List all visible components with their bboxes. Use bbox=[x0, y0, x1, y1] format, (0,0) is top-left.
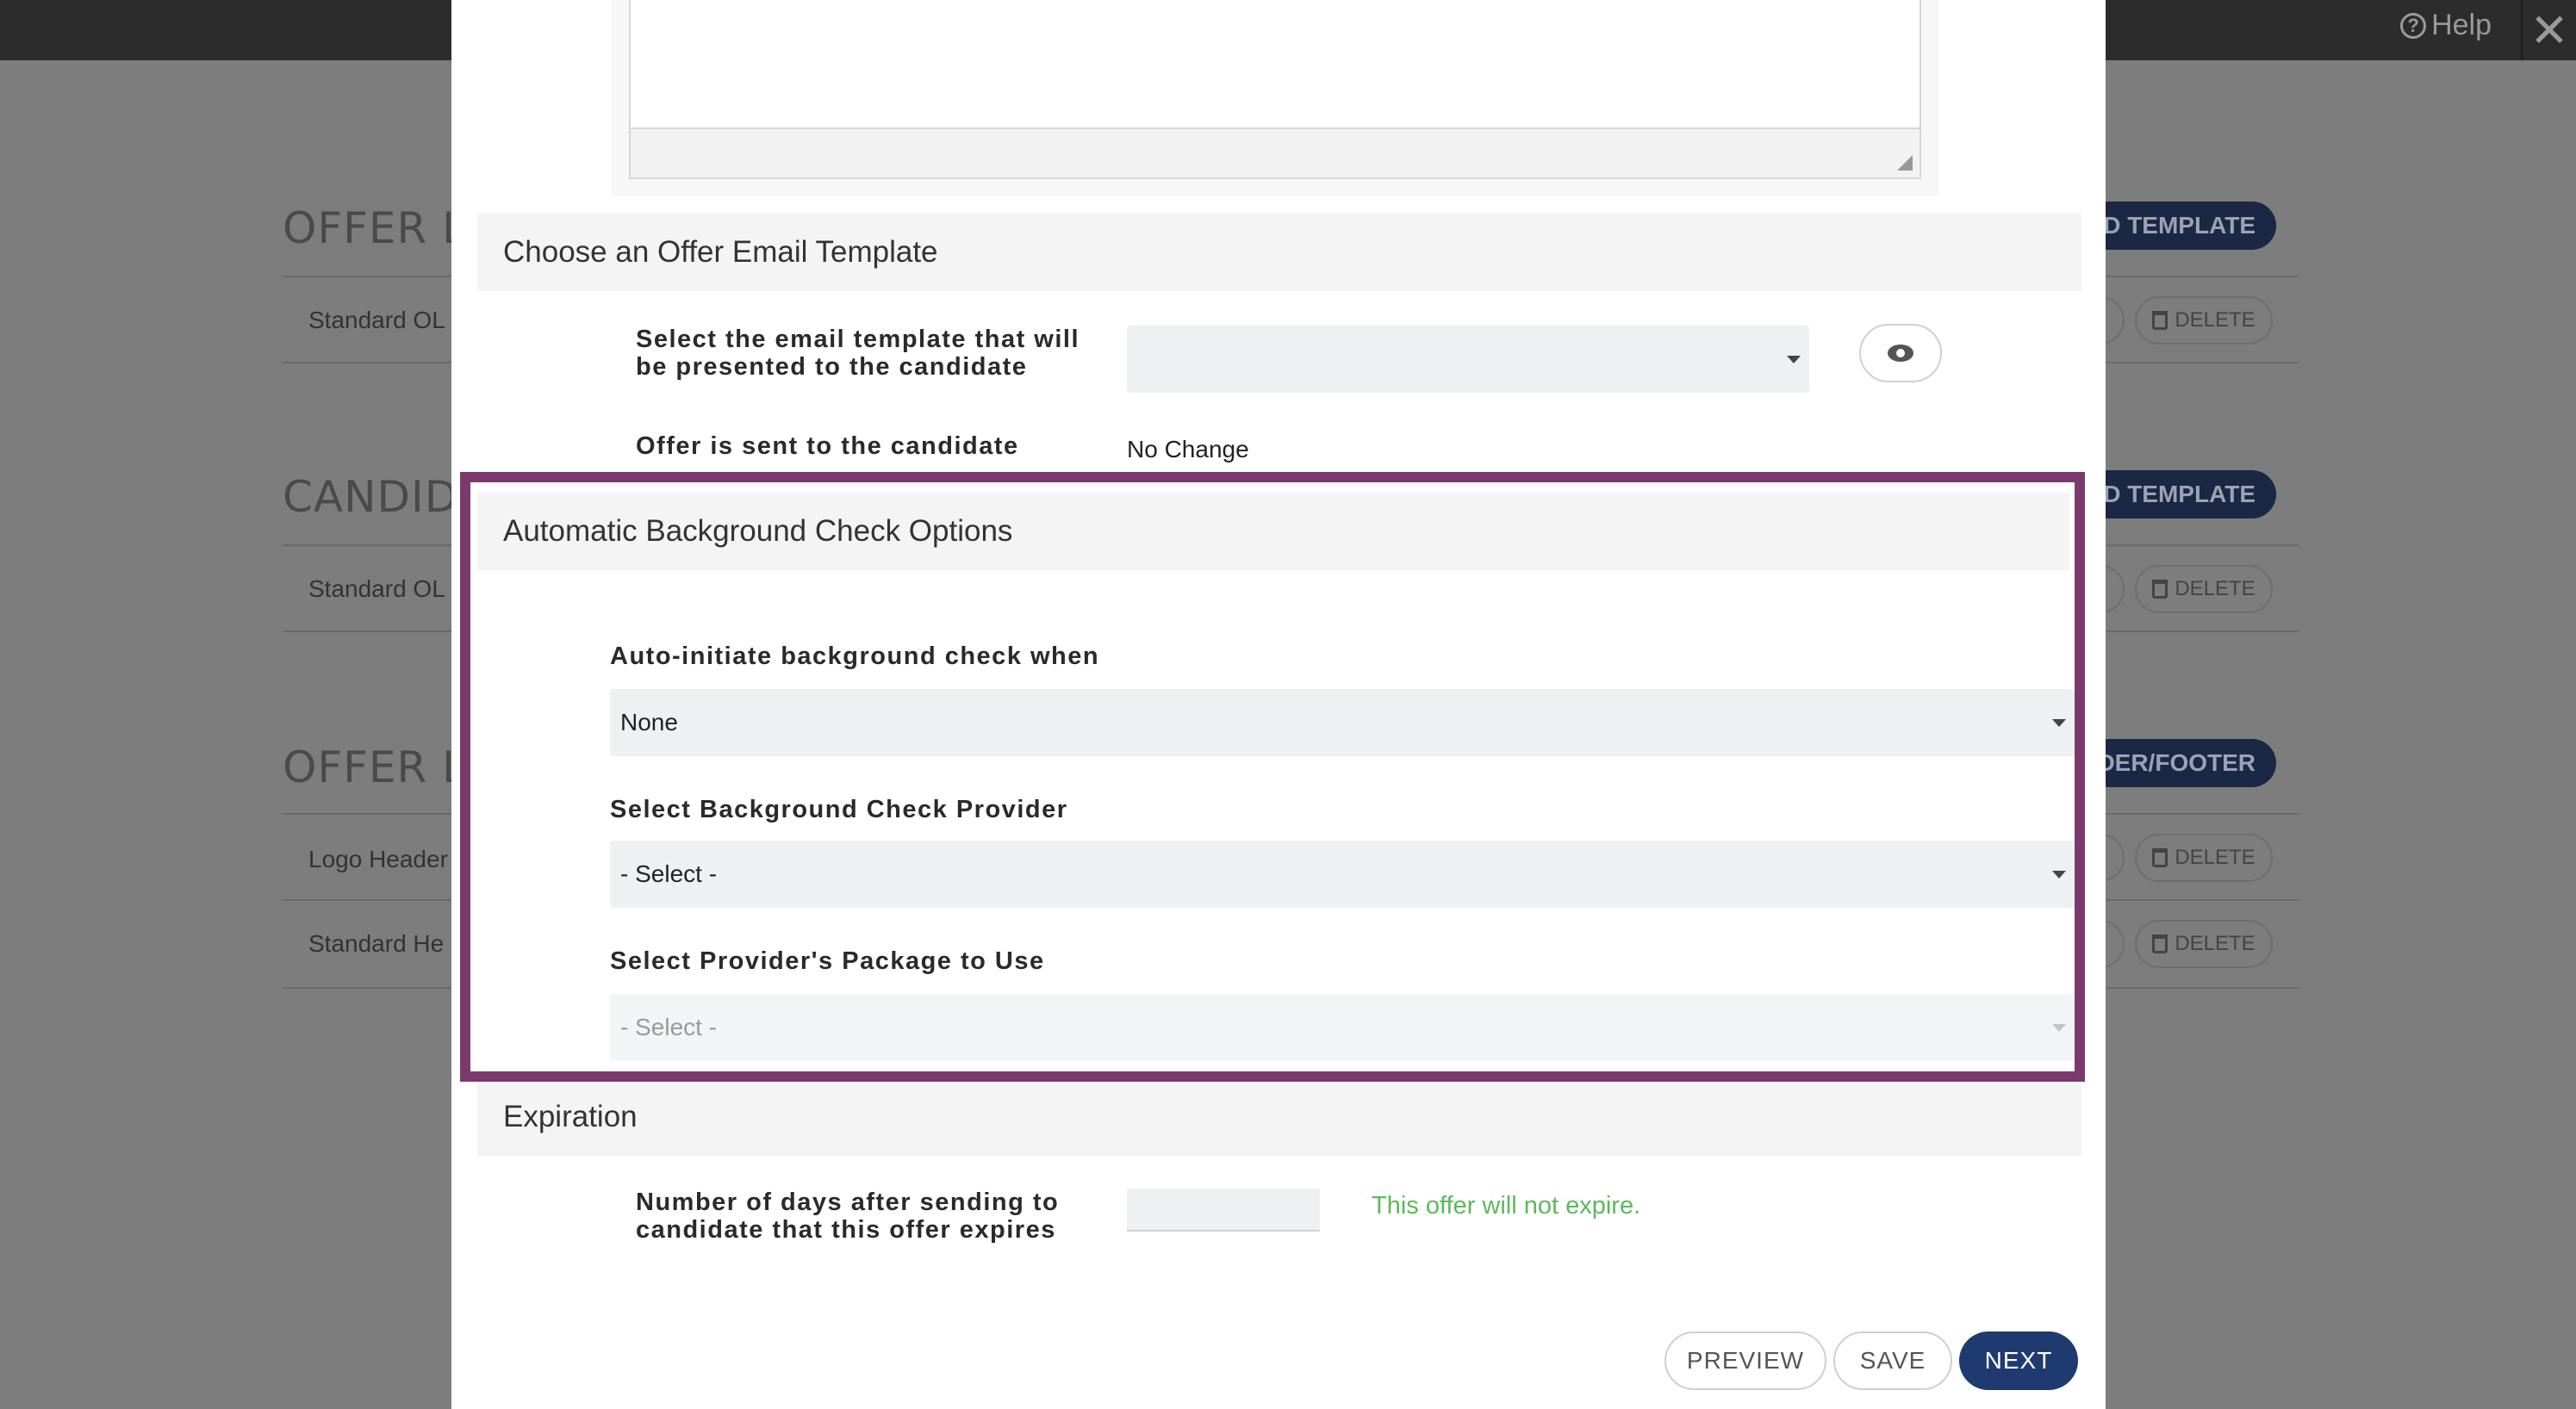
help-link[interactable]: ? Help bbox=[2400, 9, 2492, 42]
chevron-down-icon bbox=[2052, 719, 2066, 727]
bg-add-header-footer-button[interactable]: ADER/FOOTER bbox=[2080, 739, 2276, 787]
delete-label: DELETE bbox=[2175, 308, 2256, 332]
expiration-days-label: Number of days after sending to candidat… bbox=[636, 1189, 1060, 1244]
text-editor-area[interactable] bbox=[629, 0, 1921, 129]
bg-row-label: Standard He bbox=[308, 930, 445, 957]
expiration-days-input[interactable] bbox=[1127, 1189, 1320, 1232]
delete-label: DELETE bbox=[2175, 932, 2256, 955]
auto-initiate-value: None bbox=[620, 709, 678, 736]
bg-add-template-button[interactable]: D TEMPLATE bbox=[2085, 470, 2276, 518]
resize-handle-icon[interactable] bbox=[1897, 155, 1913, 171]
provider-select[interactable]: - Select - bbox=[610, 841, 2075, 908]
bg-row-label: Standard OL bbox=[308, 575, 445, 602]
close-icon[interactable]: ✕ bbox=[2521, 0, 2576, 60]
chevron-down-icon bbox=[2052, 871, 2066, 878]
auto-initiate-select[interactable]: None bbox=[610, 689, 2075, 756]
question-icon: ? bbox=[2400, 12, 2427, 39]
email-template-label: Select the email template that will be p… bbox=[636, 326, 1080, 381]
delete-label: DELETE bbox=[2175, 577, 2256, 600]
email-template-select[interactable] bbox=[1127, 326, 1809, 393]
provider-value: - Select - bbox=[620, 860, 718, 887]
next-button[interactable]: NEXT bbox=[1959, 1331, 2078, 1390]
package-label: Select Provider's Package to Use bbox=[610, 947, 1045, 975]
chevron-down-icon bbox=[2052, 1024, 2066, 1032]
bg-delete-button[interactable]: DELETE bbox=[2135, 565, 2273, 613]
auto-initiate-label: Auto-initiate background check when bbox=[610, 642, 1100, 670]
preview-button[interactable]: PREVIEW bbox=[1664, 1331, 1826, 1390]
delete-label: DELETE bbox=[2175, 846, 2256, 869]
trash-icon bbox=[2152, 311, 2168, 330]
offer-sent-label: Offer is sent to the candidate bbox=[636, 432, 1019, 460]
trash-icon bbox=[2152, 934, 2168, 953]
expiration-section-header: Expiration bbox=[477, 1078, 2081, 1156]
expiration-hint: This offer will not expire. bbox=[1372, 1192, 1641, 1220]
bg-row-label: Logo Header bbox=[308, 846, 448, 872]
help-label: Help bbox=[2431, 9, 2492, 41]
email-template-section-header: Choose an Offer Email Template bbox=[477, 214, 2081, 291]
background-check-section-header: Automatic Background Check Options bbox=[477, 493, 2069, 570]
chevron-down-icon bbox=[1787, 356, 1801, 363]
package-value: - Select - bbox=[620, 1014, 718, 1040]
bg-add-template-button[interactable]: D TEMPLATE bbox=[2085, 202, 2276, 250]
bg-delete-button[interactable]: DELETE bbox=[2135, 920, 2273, 968]
trash-icon bbox=[2152, 848, 2168, 867]
provider-label: Select Background Check Provider bbox=[610, 796, 1068, 823]
offer-sent-value: No Change bbox=[1127, 436, 1249, 462]
bg-delete-button[interactable]: DELETE bbox=[2135, 834, 2273, 882]
bg-row-label: Standard OL bbox=[308, 307, 445, 333]
package-select[interactable]: - Select - bbox=[610, 994, 2075, 1061]
offer-wizard-modal: Choose an Offer Email Template Select th… bbox=[451, 0, 2106, 1409]
eye-icon bbox=[1888, 344, 1913, 362]
editor-container bbox=[612, 0, 1938, 196]
bg-delete-button[interactable]: DELETE bbox=[2135, 296, 2273, 344]
trash-icon bbox=[2152, 580, 2168, 599]
editor-status-bar bbox=[629, 129, 1921, 179]
save-button[interactable]: SAVE bbox=[1833, 1331, 1952, 1390]
preview-template-button[interactable] bbox=[1859, 324, 1942, 382]
